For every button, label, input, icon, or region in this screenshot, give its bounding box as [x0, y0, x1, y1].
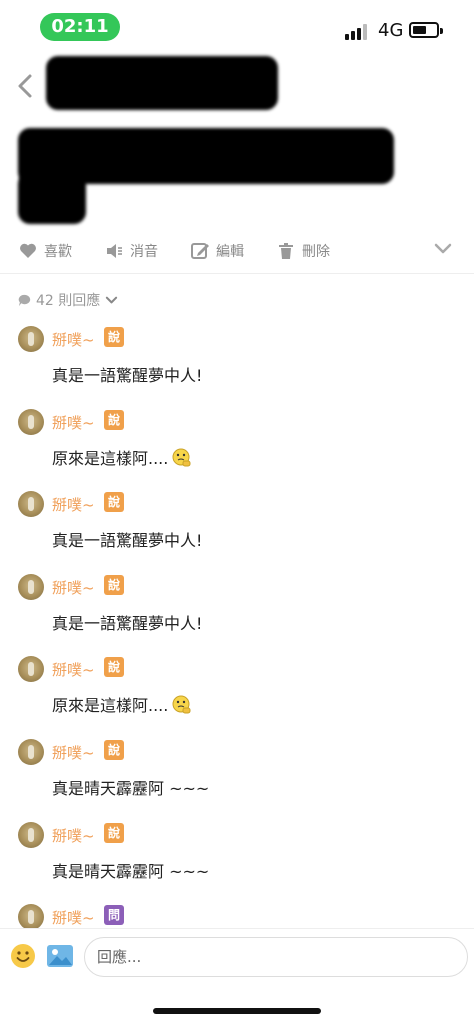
mute-button[interactable]: 消音 [104, 238, 158, 264]
divider [0, 273, 474, 274]
comment-text: 原來是這樣阿.... [52, 445, 192, 469]
qualifier-badge: 說 [104, 657, 124, 677]
mute-label: 消音 [130, 244, 158, 260]
status-time: 02:11 [40, 13, 120, 41]
emoji-picker-icon[interactable] [10, 943, 36, 969]
comment-username[interactable]: 掰噗~ [52, 412, 95, 433]
avatar[interactable] [18, 409, 44, 435]
network-label: 4G [378, 20, 404, 41]
mute-icon [107, 244, 122, 258]
delete-button[interactable]: 刪除 [276, 238, 330, 264]
reply-input-bar [0, 928, 474, 986]
edit-label: 編輯 [216, 244, 244, 260]
avatar[interactable] [18, 739, 44, 765]
replies-count: 42 則回應 [36, 293, 101, 309]
post-action-bar: 喜歡 消音 編輯 刪除 [0, 232, 474, 270]
comment-username[interactable]: 掰噗~ [52, 742, 95, 763]
qualifier-badge: 說 [104, 823, 124, 843]
qualifier-badge: 問 [104, 905, 124, 925]
speech-bubble-icon [18, 294, 31, 306]
avatar[interactable] [18, 326, 44, 352]
qualifier-badge: 說 [104, 575, 124, 595]
delete-label: 刪除 [302, 244, 330, 260]
qualifier-badge: 說 [104, 492, 124, 512]
heart-icon [20, 243, 36, 258]
status-bar: 02:11 4G [0, 0, 474, 56]
chevron-down-icon[interactable] [434, 242, 452, 256]
qualifier-badge: 說 [104, 327, 124, 347]
comment-text: 真是晴天霹靂阿 ~~~ [52, 779, 210, 798]
avatar[interactable] [18, 822, 44, 848]
comment-item: 掰噗~ 說 真是一語驚醒夢中人! [18, 326, 458, 398]
comment-text: 真是一語驚醒夢中人! [52, 614, 203, 633]
redacted-username [46, 56, 278, 110]
avatar[interactable] [18, 491, 44, 517]
comment-text: 真是一語驚醒夢中人! [52, 366, 203, 385]
comment-text: 真是晴天霹靂阿 ~~~ [52, 862, 210, 881]
comment-item: 掰噗~ 問 [18, 904, 458, 928]
comment-item: 掰噗~ 說 原來是這樣阿.... [18, 409, 458, 481]
thinking-emoji-icon [172, 695, 191, 714]
comment-username[interactable]: 掰噗~ [52, 494, 95, 515]
back-button[interactable] [14, 72, 38, 100]
qualifier-badge: 說 [104, 410, 124, 430]
comment-text: 原來是這樣阿.... [52, 692, 192, 716]
comment-username[interactable]: 掰噗~ [52, 907, 95, 928]
qualifier-badge: 說 [104, 740, 124, 760]
comment-username[interactable]: 掰噗~ [52, 825, 95, 846]
avatar[interactable] [18, 656, 44, 682]
battery-icon [409, 22, 443, 38]
replies-toggle[interactable]: 42 則回應 [18, 289, 118, 311]
trash-icon [279, 243, 293, 259]
chevron-left-icon [18, 74, 32, 98]
comment-text: 真是一語驚醒夢中人! [52, 531, 203, 550]
comment-item: 掰噗~ 說 原來是這樣阿.... [18, 656, 458, 728]
comment-item: 掰噗~ 說 真是一語驚醒夢中人! [18, 491, 458, 563]
comment-item: 掰噗~ 說 真是一語驚醒夢中人! [18, 574, 458, 646]
signal-icon [345, 24, 371, 40]
comment-username[interactable]: 掰噗~ [52, 329, 95, 350]
comment-username[interactable]: 掰噗~ [52, 659, 95, 680]
comment-item: 掰噗~ 說 真是晴天霹靂阿 ~~~ [18, 739, 458, 811]
edit-button[interactable]: 編輯 [190, 238, 244, 264]
comment-item: 掰噗~ 說 真是晴天霹靂阿 ~~~ [18, 822, 458, 894]
redacted-post-content-line2 [18, 172, 86, 224]
comment-username[interactable]: 掰噗~ [52, 577, 95, 598]
home-indicator [153, 1008, 321, 1014]
like-label: 喜歡 [44, 244, 72, 260]
avatar[interactable] [18, 574, 44, 600]
thinking-emoji-icon [172, 448, 191, 467]
image-upload-icon[interactable] [46, 943, 74, 969]
like-button[interactable]: 喜歡 [18, 238, 72, 264]
edit-icon [191, 243, 209, 259]
reply-input[interactable] [84, 937, 468, 977]
chevron-down-icon [106, 296, 118, 303]
avatar[interactable] [18, 904, 44, 928]
